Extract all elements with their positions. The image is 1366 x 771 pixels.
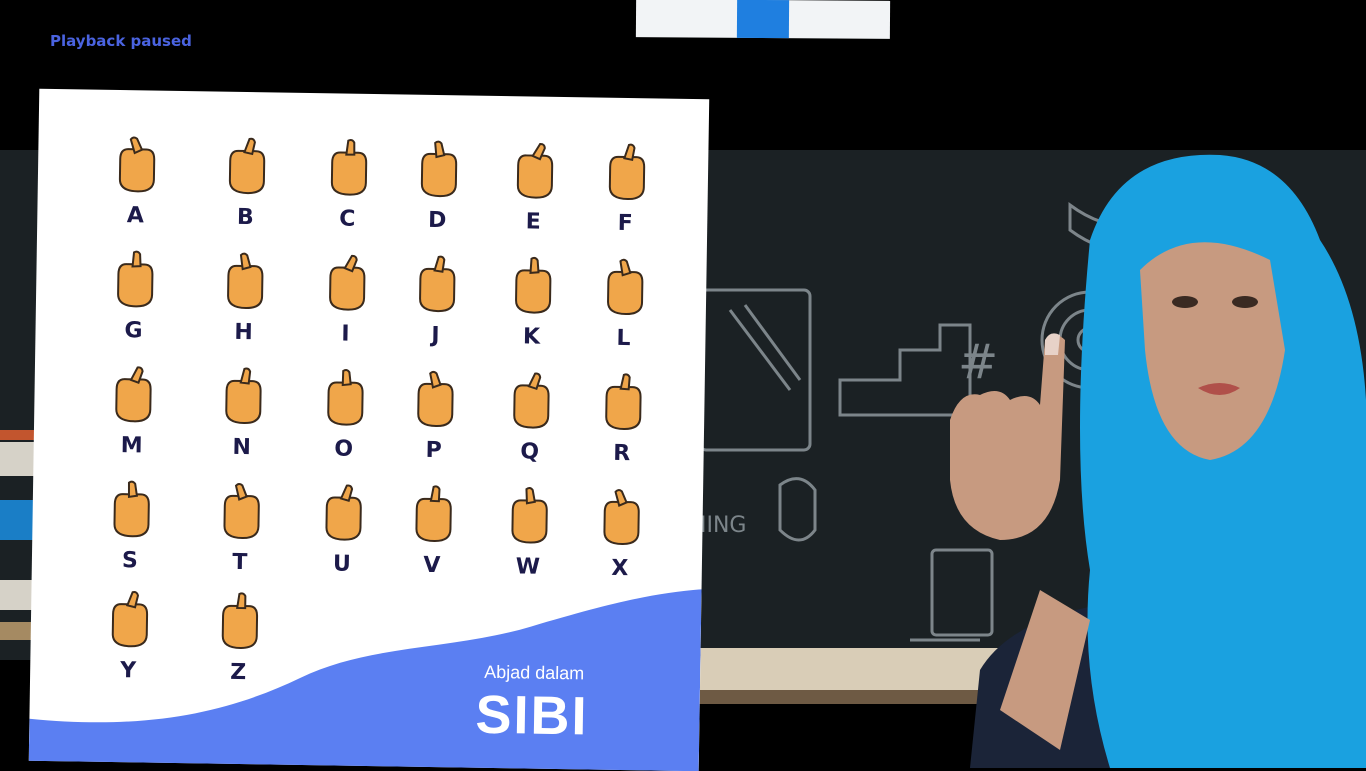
hand-sign-icon (515, 256, 552, 314)
sign-cell-w: W (479, 486, 577, 599)
card-title-small: Abjad dalam (484, 661, 585, 684)
sign-letter-label: E (525, 209, 541, 235)
sign-letter-label: R (612, 440, 631, 467)
hand-sign-icon (118, 136, 156, 193)
sign-letter-label: B (236, 204, 254, 231)
hand-sign-icon (603, 489, 640, 545)
sibi-alphabet-card: ABCDEFGHIJKLMNOPQRSTUVWXYZ Abjad dalam S… (28, 88, 710, 771)
hand-sign-icon (223, 482, 260, 540)
sign-cell-l: L (575, 257, 673, 370)
hand-sign-icon (608, 143, 646, 201)
hand-sign-icon (417, 370, 454, 428)
sign-cell-c: C (299, 138, 397, 251)
presenter-video (950, 154, 1366, 768)
hand-sign-icon (516, 142, 554, 199)
hand-sign-icon (607, 258, 644, 316)
sign-letter-label: Q (520, 439, 540, 465)
sign-cell-o: O (295, 368, 393, 481)
sign-letter-label: I (341, 321, 350, 347)
hand-sign-icon (227, 252, 264, 310)
sign-letter-label: M (120, 433, 143, 459)
sign-cell-j: J (387, 254, 485, 367)
sign-letter-label: U (332, 551, 352, 577)
sign-letter-label: O (334, 436, 354, 462)
card-title-big: SIBI (475, 684, 590, 747)
progress-bar[interactable] (635, 0, 891, 39)
sign-cell-x: X (571, 487, 669, 600)
sign-cell-v: V (383, 484, 481, 597)
sign-letter-label: F (617, 210, 633, 237)
sign-letter-label: G (124, 318, 143, 344)
sign-letter-label: K (522, 324, 541, 350)
hand-sign-icon (113, 480, 150, 538)
sign-cell-h: H (195, 251, 293, 364)
sign-cell-q: Q (481, 371, 579, 484)
sign-letter-label: T (232, 549, 248, 576)
sign-letter-label: V (423, 552, 441, 579)
sign-cell-n: N (193, 366, 291, 479)
sign-cell-d: D (389, 139, 487, 252)
sign-cell-f: F (577, 142, 675, 255)
sign-cell-u: U (293, 483, 391, 596)
sign-letter-label: W (515, 554, 541, 580)
sign-letter-label: L (616, 325, 631, 352)
hand-sign-icon (329, 254, 366, 311)
blue-wave (28, 589, 702, 771)
sign-cell-m: M (83, 365, 181, 478)
sign-letter-label: J (431, 322, 440, 349)
sign-cell-e: E (485, 141, 583, 254)
sign-letter-label: H (234, 319, 253, 346)
hand-sign-icon (327, 368, 364, 426)
hand-sign-icon (228, 137, 266, 195)
sign-cell-t: T (191, 481, 289, 594)
hand-sign-icon (225, 367, 262, 425)
sign-cell-i: I (297, 253, 395, 366)
hand-sign-icon (325, 484, 362, 541)
sign-letter-label: A (126, 203, 145, 229)
mouse-doodle (778, 477, 817, 542)
playback-status: Playback paused (50, 32, 192, 50)
sign-cell-a: A (87, 135, 185, 248)
alphabet-grid: ABCDEFGHIJKLMNOPQRSTUVWXYZ (39, 89, 709, 685)
hand-sign-icon (330, 139, 368, 196)
sign-cell-b: B (197, 136, 295, 249)
hand-sign-icon (115, 366, 152, 423)
hand-sign-icon (117, 250, 154, 308)
sign-cell-s: S (81, 480, 179, 593)
signing-hand (950, 333, 1090, 750)
sign-letter-label: N (232, 434, 252, 461)
progress-thumb[interactable] (736, 0, 790, 39)
sign-cell-r: R (573, 372, 671, 485)
hand-sign-icon (415, 485, 452, 543)
hand-sign-icon (605, 373, 642, 431)
hand-sign-icon (511, 486, 548, 544)
hand-sign-icon (513, 372, 550, 429)
sign-letter-label: X (611, 555, 629, 582)
sign-letter-label: S (121, 548, 139, 574)
hand-sign-icon (419, 255, 456, 313)
sign-letter-label: C (339, 206, 356, 232)
sign-letter-label: P (425, 437, 442, 464)
sign-cell-k: K (483, 256, 581, 369)
hand-sign-icon (420, 140, 458, 198)
sign-cell-g: G (85, 250, 183, 363)
sign-letter-label: D (427, 207, 447, 234)
sign-cell-p: P (385, 369, 483, 482)
